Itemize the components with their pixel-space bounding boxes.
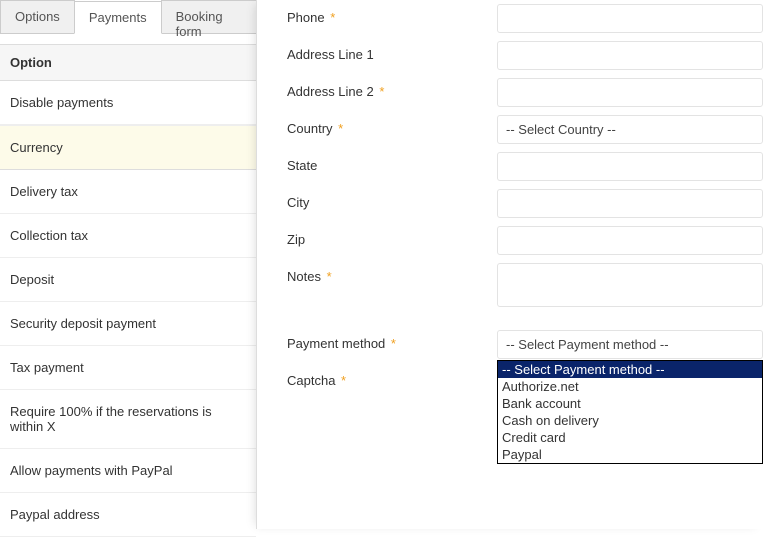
label-notes: Notes * <box>287 263 497 284</box>
option-header: Option <box>0 44 256 81</box>
option-row[interactable]: Disable payments <box>0 81 256 125</box>
label-addr1: Address Line 1 <box>287 41 497 62</box>
option-row[interactable]: Delivery tax <box>0 170 256 214</box>
phone-input[interactable] <box>497 4 763 33</box>
label-captcha: Captcha * <box>287 367 497 388</box>
zip-input[interactable] <box>497 226 763 255</box>
option-row[interactable]: Require 100% if the reservations is with… <box>0 390 256 449</box>
tab-options[interactable]: Options <box>0 0 75 33</box>
payment-method-option[interactable]: Authorize.net <box>498 378 762 395</box>
tabs: Options Payments Booking form <box>0 0 256 34</box>
payment-method-option[interactable]: Cash on delivery <box>498 412 762 429</box>
payment-method-option[interactable]: Bank account <box>498 395 762 412</box>
option-row[interactable]: Paypal address <box>0 493 256 537</box>
right-panel: Phone * Address Line 1 Address Line 2 * … <box>256 0 763 529</box>
label-country: Country * <box>287 115 497 136</box>
state-input[interactable] <box>497 152 763 181</box>
option-row[interactable]: Currency <box>0 125 256 170</box>
label-state: State <box>287 152 497 173</box>
label-addr2: Address Line 2 * <box>287 78 497 99</box>
option-row[interactable]: Deposit <box>0 258 256 302</box>
label-zip: Zip <box>287 226 497 247</box>
payment-method-select[interactable]: -- Select Payment method -- <box>497 330 763 359</box>
payment-method-option[interactable]: -- Select Payment method -- <box>498 361 762 378</box>
addr2-input[interactable] <box>497 78 763 107</box>
label-city: City <box>287 189 497 210</box>
payment-method-dropdown: -- Select Payment method --Authorize.net… <box>497 360 763 464</box>
payment-method-option[interactable]: Paypal <box>498 446 762 463</box>
city-input[interactable] <box>497 189 763 218</box>
notes-textarea[interactable] <box>497 263 763 307</box>
option-row[interactable]: Tax payment <box>0 346 256 390</box>
tab-payments[interactable]: Payments <box>74 1 162 34</box>
payment-method-option[interactable]: Credit card <box>498 429 762 446</box>
left-panel: Options Payments Booking form Option Dis… <box>0 0 256 529</box>
label-phone: Phone * <box>287 4 497 25</box>
addr1-input[interactable] <box>497 41 763 70</box>
label-payment-method: Payment method * <box>287 330 497 351</box>
option-row[interactable]: Security deposit payment <box>0 302 256 346</box>
option-row[interactable]: Collection tax <box>0 214 256 258</box>
tab-booking-form[interactable]: Booking form <box>161 0 257 33</box>
country-select[interactable]: -- Select Country -- <box>497 115 763 144</box>
option-row[interactable]: Allow payments with PayPal <box>0 449 256 493</box>
